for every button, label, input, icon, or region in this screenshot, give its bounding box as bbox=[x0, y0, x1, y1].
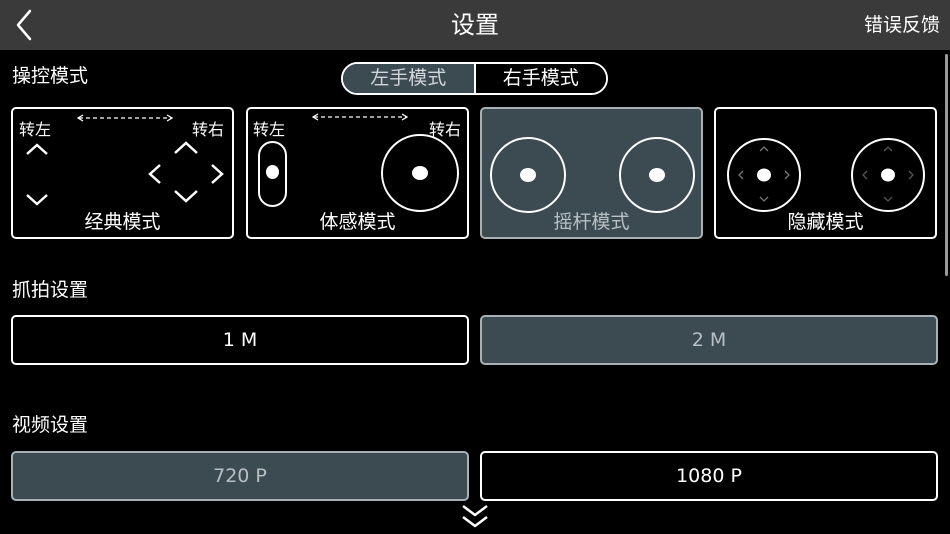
feedback-button[interactable]: 错误反馈 bbox=[864, 12, 940, 38]
page-title: 设置 bbox=[451, 11, 499, 39]
capture-settings-label: 抓拍设置 bbox=[12, 279, 89, 301]
mode-label: 隐藏模式 bbox=[787, 211, 864, 233]
scrollbar[interactable] bbox=[945, 54, 948, 276]
back-button[interactable] bbox=[10, 7, 46, 43]
video-720p-button[interactable]: 720 P bbox=[11, 451, 469, 501]
mode-card-joystick[interactable]: 摇杆模式 bbox=[480, 107, 703, 239]
video-1080p-button[interactable]: 1080 P bbox=[480, 451, 938, 501]
top-bar: 设置 错误反馈 bbox=[0, 0, 950, 50]
hand-mode-toggle: 左手模式 右手模式 bbox=[341, 62, 608, 95]
capture-2m-button[interactable]: 2 M bbox=[480, 315, 938, 365]
video-settings-label: 视频设置 bbox=[12, 414, 89, 436]
turn-left-label: 转左 bbox=[253, 120, 286, 139]
turn-right-label: 转右 bbox=[191, 120, 224, 139]
left-hand-mode-button[interactable]: 左手模式 bbox=[343, 64, 476, 93]
mode-label: 经典模式 bbox=[84, 211, 161, 233]
turn-left-label: 转左 bbox=[19, 120, 52, 139]
turn-right-label: 转右 bbox=[428, 120, 461, 139]
mode-card-motion[interactable]: 转左 转右 体感模式 bbox=[246, 107, 469, 239]
right-hand-mode-button[interactable]: 右手模式 bbox=[475, 64, 606, 93]
control-mode-label: 操控模式 bbox=[12, 65, 89, 87]
capture-1m-button[interactable]: 1 M bbox=[11, 315, 469, 365]
double-chevron-down-icon[interactable] bbox=[459, 503, 491, 531]
mode-card-classic[interactable]: 转左 转右 经典模式 bbox=[11, 107, 234, 239]
mode-label: 体感模式 bbox=[319, 211, 396, 233]
back-arrow-icon bbox=[16, 9, 32, 41]
mode-card-hidden[interactable]: 隐藏模式 bbox=[714, 107, 937, 239]
mode-label: 摇杆模式 bbox=[553, 211, 630, 233]
